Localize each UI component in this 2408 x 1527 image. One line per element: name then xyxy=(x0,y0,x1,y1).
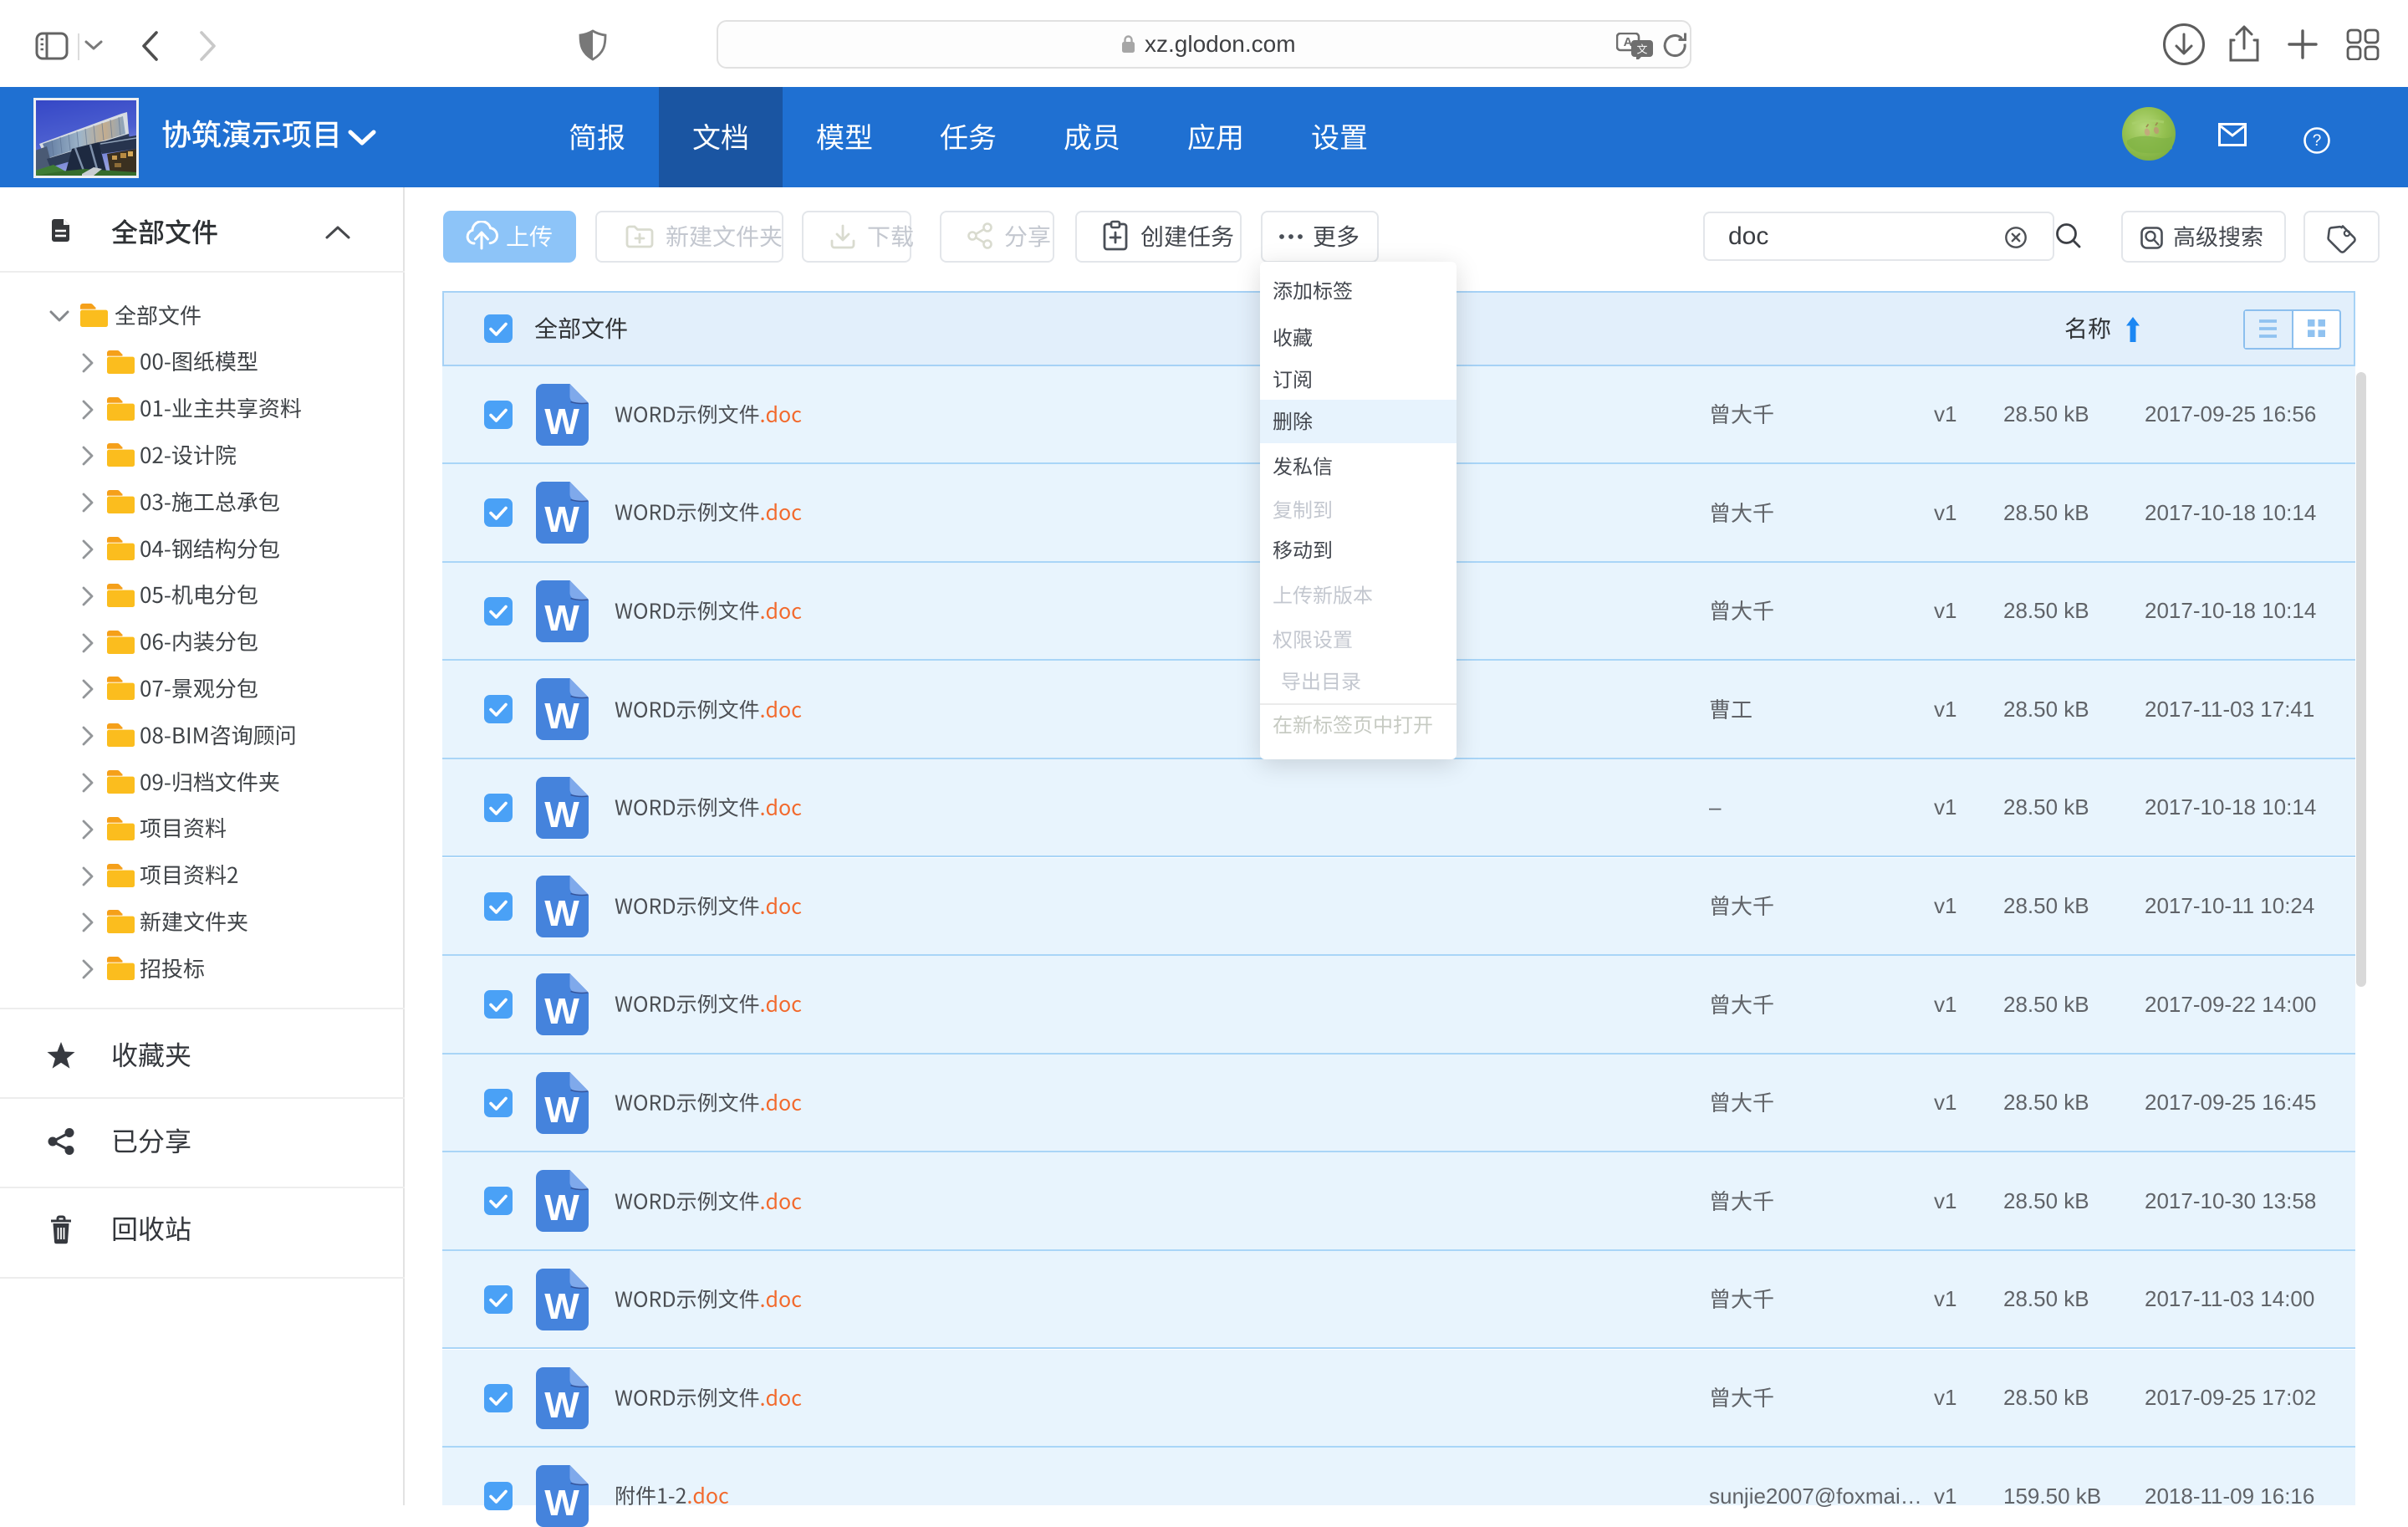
svg-text:W: W xyxy=(544,893,579,934)
svg-text:?: ? xyxy=(2313,132,2322,150)
svg-text:W: W xyxy=(544,598,579,639)
svg-text:W: W xyxy=(544,991,579,1032)
svg-text:W: W xyxy=(544,1090,579,1131)
svg-text:W: W xyxy=(544,696,579,737)
svg-text:W: W xyxy=(544,794,579,835)
svg-text:W: W xyxy=(544,1483,579,1524)
svg-text:A: A xyxy=(1624,35,1633,49)
svg-text:W: W xyxy=(544,1286,579,1327)
svg-text:W: W xyxy=(544,401,579,442)
svg-text:W: W xyxy=(544,1385,579,1426)
svg-text:W: W xyxy=(544,499,579,540)
svg-text:W: W xyxy=(544,1187,579,1228)
